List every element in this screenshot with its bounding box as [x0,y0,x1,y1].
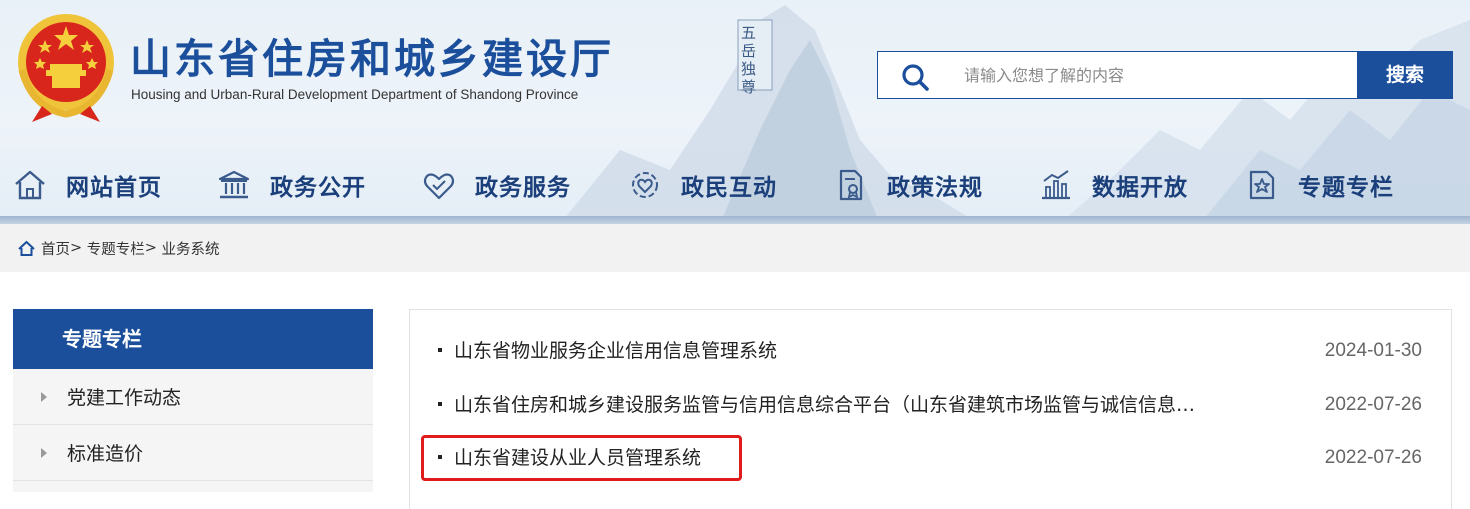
nav-label: 政策法规 [887,175,983,201]
list-item-title[interactable]: 山东省物业服务企业信用信息管理系统 [454,326,777,376]
bullet-icon [438,402,442,406]
government-building-icon [218,170,250,199]
nav-item-government-affairs[interactable]: 政务公开 [216,160,366,210]
sidebar-item-label: 党建工作动态 [67,387,182,409]
national-emblem-logo [18,14,114,122]
search-icon[interactable] [900,62,930,92]
breadcrumb-home-link[interactable]: 首页 [41,238,70,259]
sidebar-heading: 专题专栏 [13,309,373,369]
nav-label: 数据开放 [1092,175,1188,201]
list-item-date: 2024-01-30 [1324,340,1422,361]
nav-item-policies-regulations[interactable]: 政策法规 [833,160,983,210]
breadcrumb: 首页 > 专题专栏 > 业务系统 [18,224,220,272]
breadcrumb-current: 业务系统 [161,241,220,258]
star-document-icon [1249,170,1275,200]
nav-item-open-data[interactable]: 数据开放 [1038,160,1188,210]
list-item-date: 2022-07-26 [1324,447,1422,468]
breadcrumb-separator: > [70,240,83,256]
list-item[interactable]: 山东省住房和城乡建设服务监管与信用信息综合平台（山东省建筑市场监管与诚信信息… … [410,380,1451,430]
sidebar-item-standard-cost[interactable]: 标准造价 [13,425,373,481]
site-title: 山东省住房和城乡建设厅 [130,35,614,83]
site-subtitle: Housing and Urban-Rural Development Depa… [131,87,579,102]
sidebar: 专题专栏 党建工作动态 标准造价 [13,309,373,492]
list-item-title[interactable]: 山东省建设从业人员管理系统 [454,433,701,483]
nav-label: 网站首页 [66,175,162,201]
nav-item-public-interaction[interactable]: 政民互动 [627,160,777,210]
search-box: 搜索 [877,51,1453,99]
home-icon [15,170,45,200]
mountain-seal-text: 五岳独尊 [741,24,757,96]
business-system-list: 山东省物业服务企业信用信息管理系统 2024-01-30 山东省住房和城乡建设服… [409,309,1452,509]
site-header: 五岳独尊 山东省住房和城乡建设厅 Housing and Urban-Rural… [0,0,1470,224]
sidebar-list: 党建工作动态 标准造价 [13,369,373,492]
search-button[interactable]: 搜索 [1357,51,1453,99]
bullet-icon [438,455,442,459]
policy-document-icon [839,169,863,201]
nav-label: 专题专栏 [1298,175,1394,201]
main-nav: 网站首页 政务公开 政务服务 政民互动 政策法规 数据开放 专题专栏 [0,160,1470,210]
nav-item-home[interactable]: 网站首页 [12,160,162,210]
nav-item-special-topics[interactable]: 专题专栏 [1244,160,1394,210]
list-item-title[interactable]: 山东省住房和城乡建设服务监管与信用信息综合平台（山东省建筑市场监管与诚信信息… [454,380,1195,430]
nav-label: 政民互动 [681,175,777,201]
list-item[interactable]: 山东省建设从业人员管理系统 2022-07-26 [410,433,1451,483]
nav-label: 政务服务 [475,175,571,201]
list-item[interactable]: 山东省物业服务企业信用信息管理系统 2024-01-30 [410,326,1451,376]
sidebar-item-label: 标准造价 [67,443,144,465]
nav-item-government-services[interactable]: 政务服务 [421,160,571,210]
breadcrumb-bar: 首页 > 专题专栏 > 业务系统 [0,224,1470,272]
people-interaction-icon [632,172,658,198]
home-icon [18,240,35,256]
breadcrumb-special-topics-link[interactable]: 专题专栏 [87,238,145,259]
nav-label: 政务公开 [270,175,366,201]
handshake-heart-icon [423,173,455,200]
header-divider-bar [0,216,1470,224]
list-item-date: 2022-07-26 [1324,394,1422,415]
search-input[interactable] [964,52,1354,98]
bullet-icon [438,348,442,352]
caret-right-icon [41,447,47,458]
breadcrumb-separator: > [144,240,157,256]
sidebar-item-party-building[interactable]: 党建工作动态 [13,369,373,425]
bar-chart-icon [1042,170,1070,200]
caret-right-icon [41,391,47,402]
